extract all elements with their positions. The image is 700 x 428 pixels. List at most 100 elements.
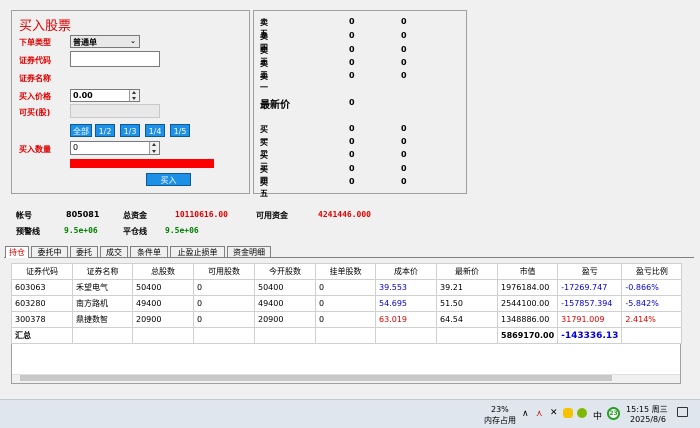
tab-pending-orders[interactable]: 委托中 <box>31 246 68 257</box>
summary-row: 汇总 5869170.00 -143336.13 <box>11 327 683 344</box>
bid-level-volume: 0 <box>401 150 407 159</box>
col-last[interactable]: 最新价 <box>436 263 498 280</box>
memory-percent: 23% <box>491 405 509 414</box>
available-field <box>70 104 160 118</box>
qty-input[interactable]: 0 <box>70 141 160 155</box>
cell-available: 0 <box>193 279 255 296</box>
cell-market-value: 1976184.00 <box>496 279 559 296</box>
cell-code: 603280 <box>11 295 73 312</box>
cell-pnl-ratio: 2.414% <box>621 311 683 328</box>
last-price-label: 最新价 <box>260 100 290 111</box>
code-input[interactable] <box>70 51 160 67</box>
col-available[interactable]: 可用股数 <box>193 263 255 280</box>
order-type-label: 下单类型 <box>19 38 51 47</box>
table-header-row: 证券代码 证券名称 总股数 可用股数 今开股数 挂单股数 成本价 最新价 市值 … <box>11 263 683 280</box>
antivirus-icon[interactable]: ⋏ <box>536 409 543 419</box>
cell-pnl: 31791.009 <box>557 311 623 328</box>
tab-trades[interactable]: 成交 <box>100 246 128 257</box>
wechat-icon[interactable] <box>563 408 573 418</box>
summary-cell-available <box>193 327 255 344</box>
qty-spinner[interactable] <box>149 142 159 154</box>
col-pnl[interactable]: 盈亏 <box>557 263 623 280</box>
cell-name: 南方路机 <box>72 295 133 312</box>
ask-level-price: 0 <box>349 71 355 80</box>
bid-level-volume: 0 <box>401 137 407 146</box>
col-total[interactable]: 总股数 <box>132 263 194 280</box>
cell-pnl-ratio: -5.842% <box>621 295 683 312</box>
quick-all-button[interactable]: 全部 <box>70 124 92 137</box>
quick-fifth-button[interactable]: 1/5 <box>170 124 190 137</box>
table-row[interactable]: 300378 鼎捷数智 20900 0 20900 0 63.019 64.54 1348886… <box>11 311 683 328</box>
cell-pnl: -17269.747 <box>557 279 623 296</box>
tab-fund-details[interactable]: 资金明细 <box>227 246 271 257</box>
scrollbar-thumb[interactable] <box>20 375 612 381</box>
bid-level-price: 0 <box>349 150 355 159</box>
col-pnl-ratio[interactable]: 盈亏比例 <box>621 263 683 280</box>
cell-last: 64.54 <box>436 311 498 328</box>
ime-indicator[interactable]: 中 <box>593 409 602 422</box>
bid-level-price: 0 <box>349 124 355 133</box>
cell-total: 49400 <box>132 295 194 312</box>
price-spinner[interactable] <box>129 90 139 101</box>
ask-level-price: 0 <box>349 31 355 40</box>
table-row[interactable]: 603063 禾望电气 50400 0 50400 0 39.553 39.21 1976184… <box>11 279 683 296</box>
table-row[interactable]: 603280 南方路机 49400 0 49400 0 54.695 51.50 2544100… <box>11 295 683 312</box>
summary-cell-pnl: -143336.13 <box>557 327 623 344</box>
available-funds-value: 4241446.000 <box>318 210 371 219</box>
bid-level-volume: 0 <box>401 177 407 186</box>
tab-positions[interactable]: 持仓 <box>5 246 29 258</box>
notification-badge[interactable]: 23 <box>607 407 620 420</box>
price-value: 0.00 <box>73 91 93 100</box>
clock-date[interactable]: 2025/8/6 <box>630 415 666 424</box>
price-label: 买入价格 <box>19 92 51 101</box>
ask-level-volume: 0 <box>401 71 407 80</box>
account-label: 帐号 <box>16 211 32 220</box>
tab-conditional-orders[interactable]: 条件单 <box>130 246 168 257</box>
close-line-value: 9.5e+06 <box>165 226 199 235</box>
bid-level-price: 0 <box>349 137 355 146</box>
cell-name: 禾望电气 <box>72 279 133 296</box>
cell-pending: 0 <box>315 295 376 312</box>
cell-last: 39.21 <box>436 279 498 296</box>
chevron-down-icon: ⌄ <box>130 37 136 45</box>
available-funds-label: 可用资金 <box>256 211 288 220</box>
sound-icon[interactable]: ✕ <box>550 408 558 418</box>
buy-button[interactable]: 买入 <box>146 173 191 186</box>
ask-level-price: 0 <box>349 17 355 26</box>
summary-cell-pending <box>315 327 376 344</box>
chevron-up-icon[interactable]: ∧ <box>522 409 529 419</box>
col-cost[interactable]: 成本价 <box>375 263 437 280</box>
col-pending[interactable]: 挂单股数 <box>315 263 376 280</box>
summary-cell-today-open <box>254 327 316 344</box>
ask-level-volume: 0 <box>401 31 407 40</box>
order-type-select[interactable]: 普通单 ⌄ <box>70 35 140 48</box>
cell-pnl-ratio: -0.866% <box>621 279 683 296</box>
col-code[interactable]: 证券代码 <box>11 263 73 280</box>
cell-name: 鼎捷数智 <box>72 311 133 328</box>
warning-line-label: 预警线 <box>16 227 40 236</box>
ask-level-price: 0 <box>349 45 355 54</box>
cell-available: 0 <box>193 295 255 312</box>
quick-third-button[interactable]: 1/3 <box>120 124 140 137</box>
ask-level-volume: 0 <box>401 17 407 26</box>
cell-today-open: 20900 <box>254 311 316 328</box>
close-line-label: 平仓线 <box>123 227 147 236</box>
price-input[interactable]: 0.00 <box>70 89 140 102</box>
col-market-value[interactable]: 市值 <box>496 263 559 280</box>
account-value: 805081 <box>66 210 100 219</box>
clock-time[interactable]: 15:15 周三 <box>626 404 668 415</box>
warning-line-value: 9.5e+06 <box>64 226 98 235</box>
quick-quarter-button[interactable]: 1/4 <box>145 124 165 137</box>
tab-orders[interactable]: 委托 <box>70 246 98 257</box>
app-tray-icon[interactable] <box>577 408 587 418</box>
tab-stop-orders[interactable]: 止盈止损单 <box>170 246 225 257</box>
bid-level-label: 买五 <box>260 178 268 198</box>
col-today-open[interactable]: 今开股数 <box>254 263 316 280</box>
quick-half-button[interactable]: 1/2 <box>95 124 115 137</box>
cell-cost: 39.553 <box>375 279 437 296</box>
notifications-icon[interactable] <box>677 407 688 417</box>
col-name[interactable]: 证券名称 <box>72 263 133 280</box>
cell-code: 603063 <box>11 279 73 296</box>
order-panel-title: 买入股票 <box>19 19 72 34</box>
name-label: 证券名称 <box>19 74 51 83</box>
